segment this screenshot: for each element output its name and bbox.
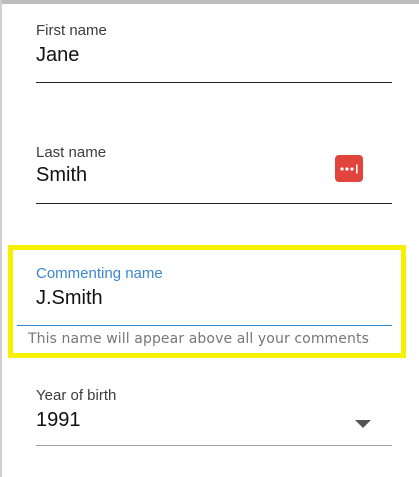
first-name-label: First name xyxy=(36,22,107,39)
chevron-down-icon[interactable] xyxy=(355,420,371,428)
commenting-name-label: Commenting name xyxy=(36,265,163,282)
left-border xyxy=(0,0,2,477)
year-of-birth-select[interactable]: 1991 xyxy=(36,409,81,432)
year-of-birth-label: Year of birth xyxy=(36,387,117,404)
last-name-input[interactable]: Smith xyxy=(36,164,87,187)
year-of-birth-field[interactable]: Year of birth 1991 xyxy=(36,380,392,460)
first-name-underline xyxy=(36,82,392,83)
commenting-name-field[interactable]: Commenting name J.Smith This name will a… xyxy=(17,258,392,358)
year-of-birth-underline xyxy=(36,445,392,446)
commenting-name-input[interactable]: J.Smith xyxy=(36,287,103,310)
last-name-field[interactable]: Last name Smith xyxy=(36,120,392,210)
last-name-underline xyxy=(36,203,392,204)
commenting-name-helper-text: This name will appear above all your com… xyxy=(28,331,369,347)
password-manager-icon[interactable] xyxy=(335,155,363,182)
last-name-label: Last name xyxy=(36,144,107,161)
first-name-input[interactable]: Jane xyxy=(36,44,79,67)
first-name-field[interactable]: First name Jane xyxy=(36,0,392,90)
commenting-name-underline xyxy=(17,325,392,326)
